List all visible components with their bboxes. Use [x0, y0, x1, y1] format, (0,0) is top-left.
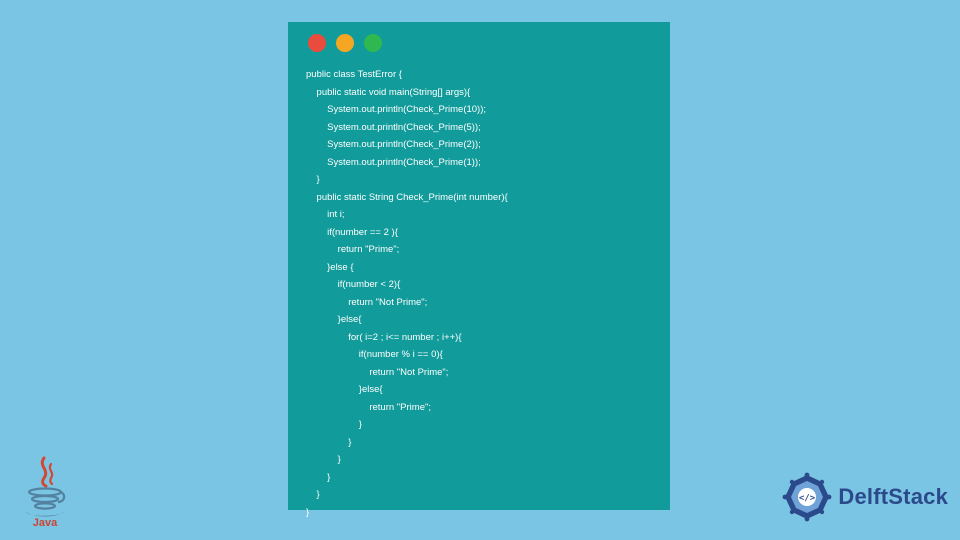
traffic-lights: [308, 34, 652, 52]
java-logo-icon: Java: [18, 456, 72, 528]
code-window: public class TestError { public static v…: [288, 22, 670, 510]
delftstack-badge-icon: </>: [782, 472, 832, 522]
svg-text:</>: </>: [799, 494, 816, 504]
java-logo-text: Java: [33, 517, 58, 528]
delftstack-logo: </> DelftStack: [782, 472, 948, 522]
delftstack-logo-text: DelftStack: [838, 484, 948, 510]
close-icon: [308, 34, 326, 52]
code-block: public class TestError { public static v…: [306, 66, 652, 521]
maximize-icon: [364, 34, 382, 52]
minimize-icon: [336, 34, 354, 52]
